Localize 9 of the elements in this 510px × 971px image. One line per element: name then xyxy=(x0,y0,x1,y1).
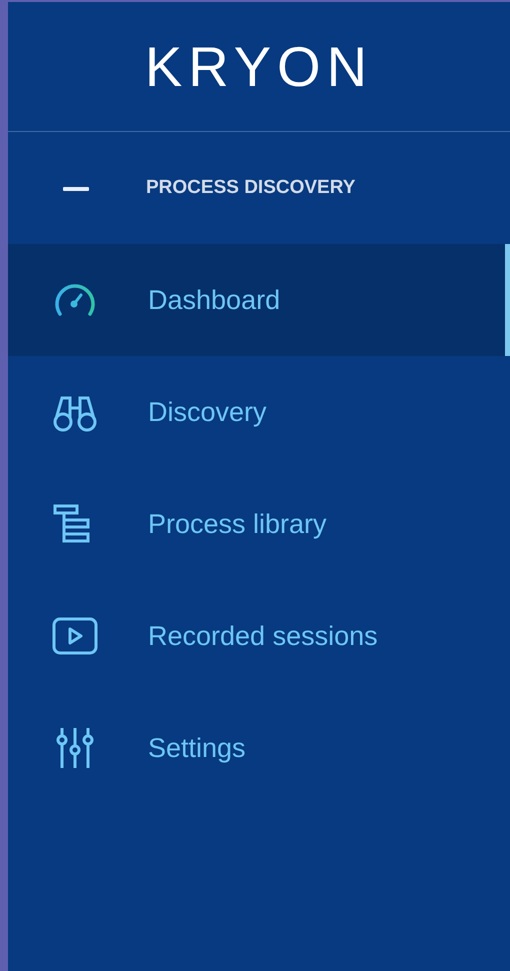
nav-item[interactable]: Dashboard xyxy=(8,244,510,356)
nav-item[interactable]: Settings xyxy=(8,692,510,804)
nav-item[interactable]: Process library xyxy=(8,468,510,580)
nav-item[interactable]: Discovery xyxy=(8,356,510,468)
minus-icon xyxy=(63,186,89,192)
section-title: PROCESS DISCOVERY xyxy=(146,176,356,200)
logo: KRYON xyxy=(144,38,374,94)
play-video-icon xyxy=(50,616,100,656)
nav-item[interactable]: Recorded sessions xyxy=(8,580,510,692)
